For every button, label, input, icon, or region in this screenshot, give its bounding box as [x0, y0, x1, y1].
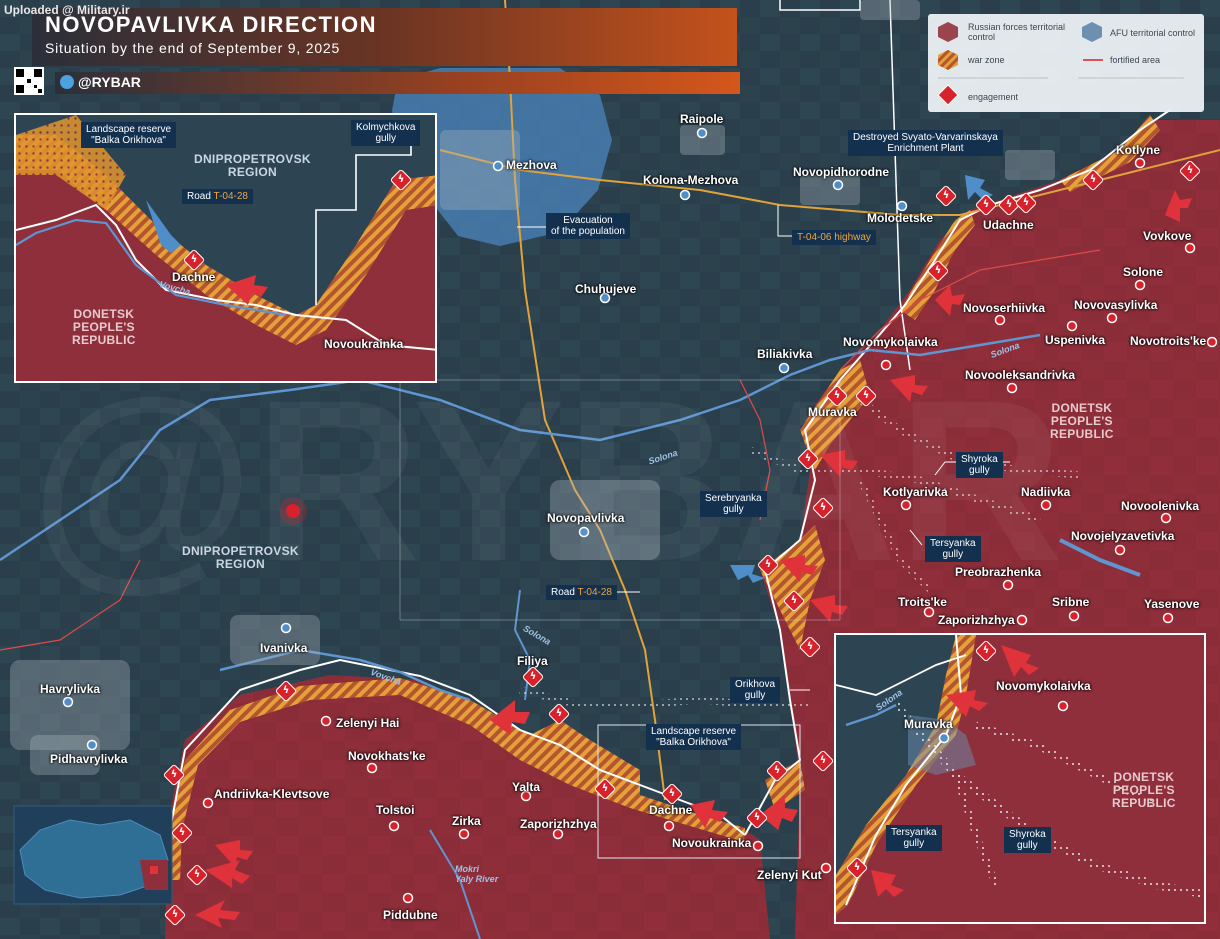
settlement-sribne[interactable]: Sribne [1052, 595, 1089, 609]
settlement-tolstoi[interactable]: Tolstoi [376, 803, 414, 817]
settlement-andriivka-klevtsove[interactable]: Andriivka-Klevtsove [214, 787, 329, 801]
settlement-muravka[interactable]: Muravka [808, 405, 857, 419]
region-dnipropetrovsk: DNIPROPETROVSK REGION [182, 544, 299, 571]
inset-west-dachne[interactable]: Dachne [172, 270, 215, 284]
settlement-novoolenivka[interactable]: Novoolenivka [1121, 499, 1199, 513]
settlement-novooleksandrivka[interactable]: Novooleksandrivka [965, 368, 1075, 382]
callout-orikhova-gully: Orikhova gully [730, 677, 781, 703]
inset-west[interactable]: Landscape reserve "Balka Orikhova" Kolmy… [14, 113, 437, 383]
settlement-zirka[interactable]: Zirka [452, 814, 481, 828]
map-canvas[interactable]: @RYBAR NOVOPAVLIVKA DIRECTION Situation … [0, 0, 1220, 939]
settlement-havrylivka[interactable]: Havrylivka [40, 682, 100, 696]
settlement-novovasylivka[interactable]: Novovasylivka [1074, 298, 1157, 312]
settlement-nadiivka[interactable]: Nadiivka [1021, 485, 1070, 499]
legend-engagement: engagement [968, 92, 1019, 102]
upload-watermark: Uploaded @ Military.ir [4, 3, 130, 17]
inset-east-region-donetsk: DONETSK PEOPLE'S REPUBLIC [1112, 770, 1176, 810]
brand-handle[interactable]: @RYBAR [60, 74, 141, 90]
road-prefix: Road [551, 587, 578, 598]
settlement-raipole[interactable]: Raipole [680, 112, 723, 126]
settlement-novomykolaivka[interactable]: Novomykolaivka [843, 335, 938, 349]
settlement-pidhavrylivka[interactable]: Pidhavrylivka [50, 752, 127, 766]
settlement-kotlyne[interactable]: Kotlyne [1116, 143, 1160, 157]
settlement-piddubne[interactable]: Piddubne [383, 908, 438, 922]
inset-east-novomykolaivka[interactable]: Novomykolaivka [996, 679, 1091, 693]
settlement-yalta[interactable]: Yalta [512, 780, 540, 794]
settlement-novopavlivka[interactable]: Novopavlivka [547, 511, 624, 525]
settlement-zelenyi-kut[interactable]: Zelenyi Kut [757, 868, 822, 882]
settlement-kotlyarivka[interactable]: Kotlyarivka [883, 485, 948, 499]
road-code: T-04-28 [577, 587, 612, 598]
river-mokri-yaly: Mokri Yaly River [455, 864, 499, 884]
settlement-biliakivka[interactable]: Biliakivka [757, 347, 812, 361]
settlement-mezhova[interactable]: Mezhova [506, 158, 557, 172]
callout-evacuation: Evacuation of the population [546, 213, 630, 239]
settlement-uspenivka[interactable]: Uspenivka [1045, 333, 1105, 347]
region-donetsk: DONETSK PEOPLE'S REPUBLIC [1050, 401, 1114, 441]
inset-west-region-dnipro: DNIPROPETROVSK REGION [194, 152, 311, 179]
inset-west-kolmychkova-callout: Kolmychkova gully [351, 120, 421, 146]
legend-russian: Russian forces territorial control [968, 22, 1066, 42]
inset-west-novoukrainka[interactable]: Novoukrainka [324, 337, 403, 351]
telegram-icon [60, 75, 74, 89]
settlement-chuhujeve[interactable]: Chuhujeve [575, 282, 636, 296]
settlement-novojelyzavetivka[interactable]: Novojelyzavetivka [1071, 529, 1174, 543]
settlement-vovkove[interactable]: Vovkove [1143, 229, 1191, 243]
settlement-solone[interactable]: Solone [1123, 265, 1163, 279]
legend-afu: AFU territorial control [1110, 28, 1196, 38]
settlement-zaporizhzhya-east[interactable]: Zaporizhzhya [938, 613, 1015, 627]
legend-fortified: fortified area [1110, 55, 1161, 65]
callout-highway: T-04-06 highway [792, 230, 876, 245]
inset-west-road-code: T-04-28 [213, 191, 248, 202]
callout-landscape-reserve: Landscape reserve "Balka Orikhova" [646, 724, 742, 750]
settlement-yasenove[interactable]: Yasenove [1144, 597, 1199, 611]
settlement-novoserhiivka[interactable]: Novoserhiivka [963, 301, 1045, 315]
settlement-troitske[interactable]: Troits'ke [898, 595, 947, 609]
callout-serebryanka-gully: Serebryanka gully [700, 491, 767, 517]
settlement-ivanivka[interactable]: Ivanivka [260, 641, 307, 655]
map-subtitle: Situation by the end of September 9, 202… [45, 40, 341, 56]
settlement-novokhatske[interactable]: Novokhats'ke [348, 749, 426, 763]
inset-east[interactable]: Novomykolaivka Muravka DONETSK PEOPLE'S … [834, 633, 1206, 924]
settlement-dachne[interactable]: Dachne [649, 803, 692, 817]
inset-west-road-callout: Road T-04-28 [182, 189, 253, 204]
highway-code: T-04-06 highway [797, 232, 871, 243]
inset-east-shyroka-callout: Shyroka gully [1004, 827, 1051, 853]
qr-code-icon[interactable] [14, 67, 44, 95]
settlement-novotroitske[interactable]: Novotroits'ke [1130, 334, 1206, 348]
settlement-preobrazhenka[interactable]: Preobrazhenka [955, 565, 1041, 579]
brand-bar [55, 72, 740, 94]
settlement-molodetske[interactable]: Molodetske [867, 211, 933, 225]
callout-tersyanka-gully: Tersyanka gully [925, 536, 981, 562]
settlement-kolona-mezhova[interactable]: Kolona-Mezhova [643, 173, 738, 187]
callout-enrichment-plant: Destroyed Svyato-Varvarinskaya Enrichmen… [848, 130, 1003, 156]
callout-road: Road T-04-28 [546, 585, 617, 600]
settlement-novopidhorodne[interactable]: Novopidhorodne [793, 165, 889, 179]
settlement-novoukrainka[interactable]: Novoukrainka [672, 836, 751, 850]
inset-west-road-prefix: Road [187, 191, 214, 202]
inset-east-muravka[interactable]: Muravka [904, 717, 953, 731]
settlement-udachne[interactable]: Udachne [983, 218, 1034, 232]
inset-east-tersyanka-callout: Tersyanka gully [886, 825, 942, 851]
inset-west-region-donetsk: DONETSK PEOPLE'S REPUBLIC [72, 307, 136, 347]
callout-shyroka-gully: Shyroka gully [956, 452, 1003, 478]
settlement-zaporizhzhya-south[interactable]: Zaporizhzhya [520, 817, 597, 831]
inset-west-landscape-callout: Landscape reserve "Balka Orikhova" [81, 122, 177, 148]
settlement-zelenyi-hai[interactable]: Zelenyi Hai [336, 716, 399, 730]
legend-panel: Russian forces territorial control AFU t… [928, 14, 1204, 112]
legend-war-zone: war zone [968, 55, 1005, 65]
